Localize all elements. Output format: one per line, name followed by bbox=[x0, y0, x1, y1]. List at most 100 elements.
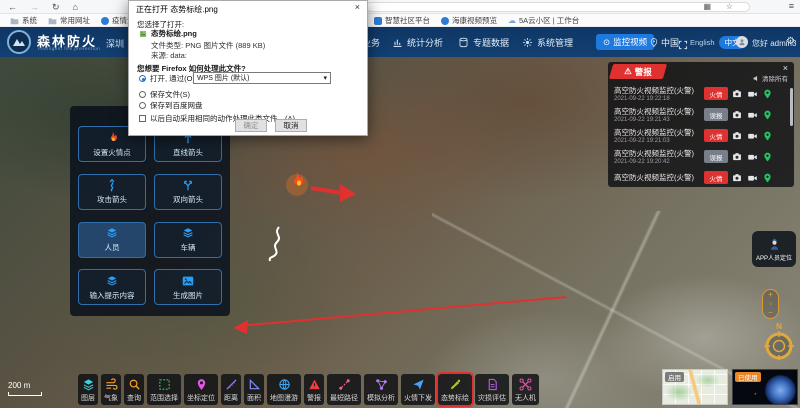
bookmark-community-platform[interactable]: 智慧社区平台 bbox=[374, 15, 430, 26]
bookmark-folder-system[interactable]: 系统 bbox=[10, 15, 37, 26]
toolbar-range-select[interactable]: 范围选择 bbox=[147, 374, 181, 405]
location-pin-icon[interactable] bbox=[763, 152, 772, 162]
location-pin-icon[interactable] bbox=[763, 173, 772, 183]
app-logo bbox=[7, 30, 31, 54]
tool-personnel[interactable]: 人员 bbox=[78, 222, 146, 258]
bookmark-folder-common[interactable]: 常用网址 bbox=[48, 15, 90, 26]
tool-input-prompt[interactable]: 输入提示内容 bbox=[78, 269, 146, 305]
avatar[interactable] bbox=[736, 36, 748, 48]
app-subtitle: intelligent fire prevention bbox=[38, 46, 100, 51]
toolbar-map-roam[interactable]: 地图漫游 bbox=[267, 374, 301, 405]
zoom-in-icon[interactable]: + bbox=[768, 291, 773, 299]
alarm-row[interactable]: 高空防火视频监控(火警)2021-09-22 19:21:43 误报 bbox=[608, 104, 794, 125]
camera-icon[interactable] bbox=[732, 110, 742, 120]
bookmark-5a-cloud[interactable]: ☁5A云小区 | 工作台 bbox=[508, 15, 579, 26]
nav-item-statistics[interactable]: 统计分析 bbox=[392, 27, 443, 57]
zoom-out-icon[interactable]: − bbox=[768, 309, 773, 317]
basemap-3d-thumbnail[interactable]: 已使用 bbox=[732, 369, 798, 405]
false-alarm-badge[interactable]: 误报 bbox=[704, 108, 728, 121]
radio-open-with[interactable] bbox=[139, 75, 146, 82]
fullscreen-icon[interactable] bbox=[678, 37, 688, 55]
tool-generate-image[interactable]: 生成图片 bbox=[154, 269, 222, 305]
toolbar-situation-plot[interactable]: 态势标绘 bbox=[438, 374, 472, 405]
home-icon[interactable]: ⌂ bbox=[73, 2, 78, 12]
tool-attack-arrow[interactable]: 攻击箭头 bbox=[78, 174, 146, 210]
bookmarks-bar: 系统 常用网址 疫情汇总表-神童 智慧社区平台 海康视频预览 ☁5A云小区 | … bbox=[0, 14, 800, 27]
location-pin-icon[interactable] bbox=[763, 110, 772, 120]
attack-arrow-short[interactable] bbox=[311, 188, 342, 193]
forward-icon[interactable]: → bbox=[30, 2, 39, 12]
camcorder-icon[interactable] bbox=[747, 89, 758, 99]
camera-icon[interactable] bbox=[732, 173, 742, 183]
bookmark-hikvision-preview[interactable]: 海康视频预览 bbox=[441, 15, 497, 26]
url-bar[interactable]: ▦ ☆ bbox=[366, 2, 750, 12]
fire-badge[interactable]: 火情 bbox=[704, 171, 728, 184]
alarm-scrollbar[interactable] bbox=[790, 88, 793, 126]
false-alarm-badge[interactable]: 误报 bbox=[704, 150, 728, 163]
compass-widget[interactable]: N bbox=[760, 321, 798, 366]
toolbar-distance[interactable]: 距离 bbox=[221, 374, 241, 405]
toolbar-simulation-analysis[interactable]: 模拟分析 bbox=[364, 374, 398, 405]
alarm-row[interactable]: 高空防火视频监控(火警) 火情 bbox=[608, 167, 794, 187]
country-selector[interactable]: 中国 bbox=[650, 27, 679, 57]
camera-icon[interactable] bbox=[732, 89, 742, 99]
location-pin-icon[interactable] bbox=[763, 131, 772, 141]
folder-icon bbox=[48, 17, 57, 25]
alarm-row[interactable]: 高空防火视频监控(火警)2021-09-22 19:20:42 误报 bbox=[608, 146, 794, 167]
toolbar-alarm[interactable]: 警报 bbox=[304, 374, 324, 405]
tool-vehicles[interactable]: 车辆 bbox=[154, 222, 222, 258]
fire-badge[interactable]: 火情 bbox=[704, 129, 728, 142]
monitor-video-button[interactable]: ⊙ 监控视频 bbox=[596, 34, 654, 50]
toolbar-query[interactable]: 查询 bbox=[124, 374, 144, 405]
country-label: 中国 bbox=[661, 36, 679, 49]
toolbar-layers[interactable]: 图层 bbox=[78, 374, 98, 405]
fire-point-icon[interactable] bbox=[294, 172, 303, 185]
radio-save-file[interactable] bbox=[139, 91, 146, 98]
toolbar-shortest-path[interactable]: 最短路径 bbox=[327, 374, 361, 405]
image-icon bbox=[181, 274, 195, 288]
app-personnel-locate-button[interactable]: APP人员定位 bbox=[752, 231, 796, 267]
qr-code-icon[interactable]: ▦ bbox=[703, 2, 711, 11]
fire-inner bbox=[297, 180, 301, 185]
alarm-row[interactable]: 高空防火视频监控(火警)2021-09-22 19:22:18 火情 bbox=[608, 83, 794, 104]
city-label: 深圳 bbox=[106, 37, 124, 50]
camera-icon[interactable] bbox=[732, 131, 742, 141]
toolbar-fire-dispatch[interactable]: 火情下发 bbox=[401, 374, 435, 405]
alarm-row[interactable]: 高空防火视频监控(火警)2021-09-22 19:21:03 火情 bbox=[608, 125, 794, 146]
toolbar-damage-assessment[interactable]: 灾损评估 bbox=[475, 374, 509, 405]
bookmark-star-icon[interactable]: ☆ bbox=[726, 2, 733, 11]
toolbar-area[interactable]: 面积 bbox=[244, 374, 264, 405]
settings-gear-icon[interactable]: ⚙ bbox=[786, 36, 795, 47]
camcorder-icon[interactable] bbox=[747, 152, 758, 162]
basemap-2d-thumbnail[interactable]: 启用 bbox=[662, 369, 728, 405]
map-canvas[interactable]: 设置火情点 直线箭头 攻击箭头 双向箭头 人员 车辆 bbox=[0, 57, 800, 408]
fire-badge[interactable]: 火情 bbox=[704, 87, 728, 100]
camcorder-icon[interactable] bbox=[747, 173, 758, 183]
reload-icon[interactable]: ↻ bbox=[52, 2, 60, 13]
toolbar-coordinate-locate[interactable]: 坐标定位 bbox=[184, 374, 218, 405]
lang-english[interactable]: English bbox=[690, 38, 715, 47]
tool-two-way-arrow[interactable]: 双向箭头 bbox=[154, 174, 222, 210]
location-pin-icon[interactable] bbox=[763, 89, 772, 99]
folder-icon bbox=[10, 17, 19, 25]
open-with-dropdown[interactable]: WPS 图片 (默认) ▾ bbox=[193, 72, 331, 84]
compass-ring[interactable] bbox=[767, 334, 791, 358]
ok-button[interactable]: 确定 bbox=[235, 119, 267, 132]
remember-checkbox[interactable] bbox=[139, 115, 146, 122]
nav-item-system-management[interactable]: 系统管理 bbox=[522, 27, 573, 57]
back-icon[interactable]: ← bbox=[8, 2, 17, 12]
radio-save-cloud[interactable] bbox=[139, 102, 146, 109]
toolbar-weather[interactable]: 气象 bbox=[101, 374, 121, 405]
clear-all-button[interactable]: 清除所有 bbox=[753, 73, 788, 83]
toolbar-drone[interactable]: 无人机 bbox=[512, 374, 539, 405]
menu-icon[interactable]: ≡ bbox=[789, 1, 794, 11]
camera-icon[interactable] bbox=[732, 152, 742, 162]
dialog-close-icon[interactable]: × bbox=[355, 2, 360, 12]
camcorder-icon[interactable] bbox=[747, 131, 758, 141]
camcorder-icon[interactable] bbox=[747, 110, 758, 120]
zoom-reset-icon[interactable]: ◦ bbox=[769, 300, 772, 308]
alarm-close-icon[interactable]: × bbox=[783, 63, 788, 73]
cancel-button[interactable]: 取消 bbox=[275, 119, 307, 132]
map-zoom-control[interactable]: + ◦ − bbox=[762, 289, 779, 319]
nav-item-special-data[interactable]: 专题数据 bbox=[458, 27, 509, 57]
